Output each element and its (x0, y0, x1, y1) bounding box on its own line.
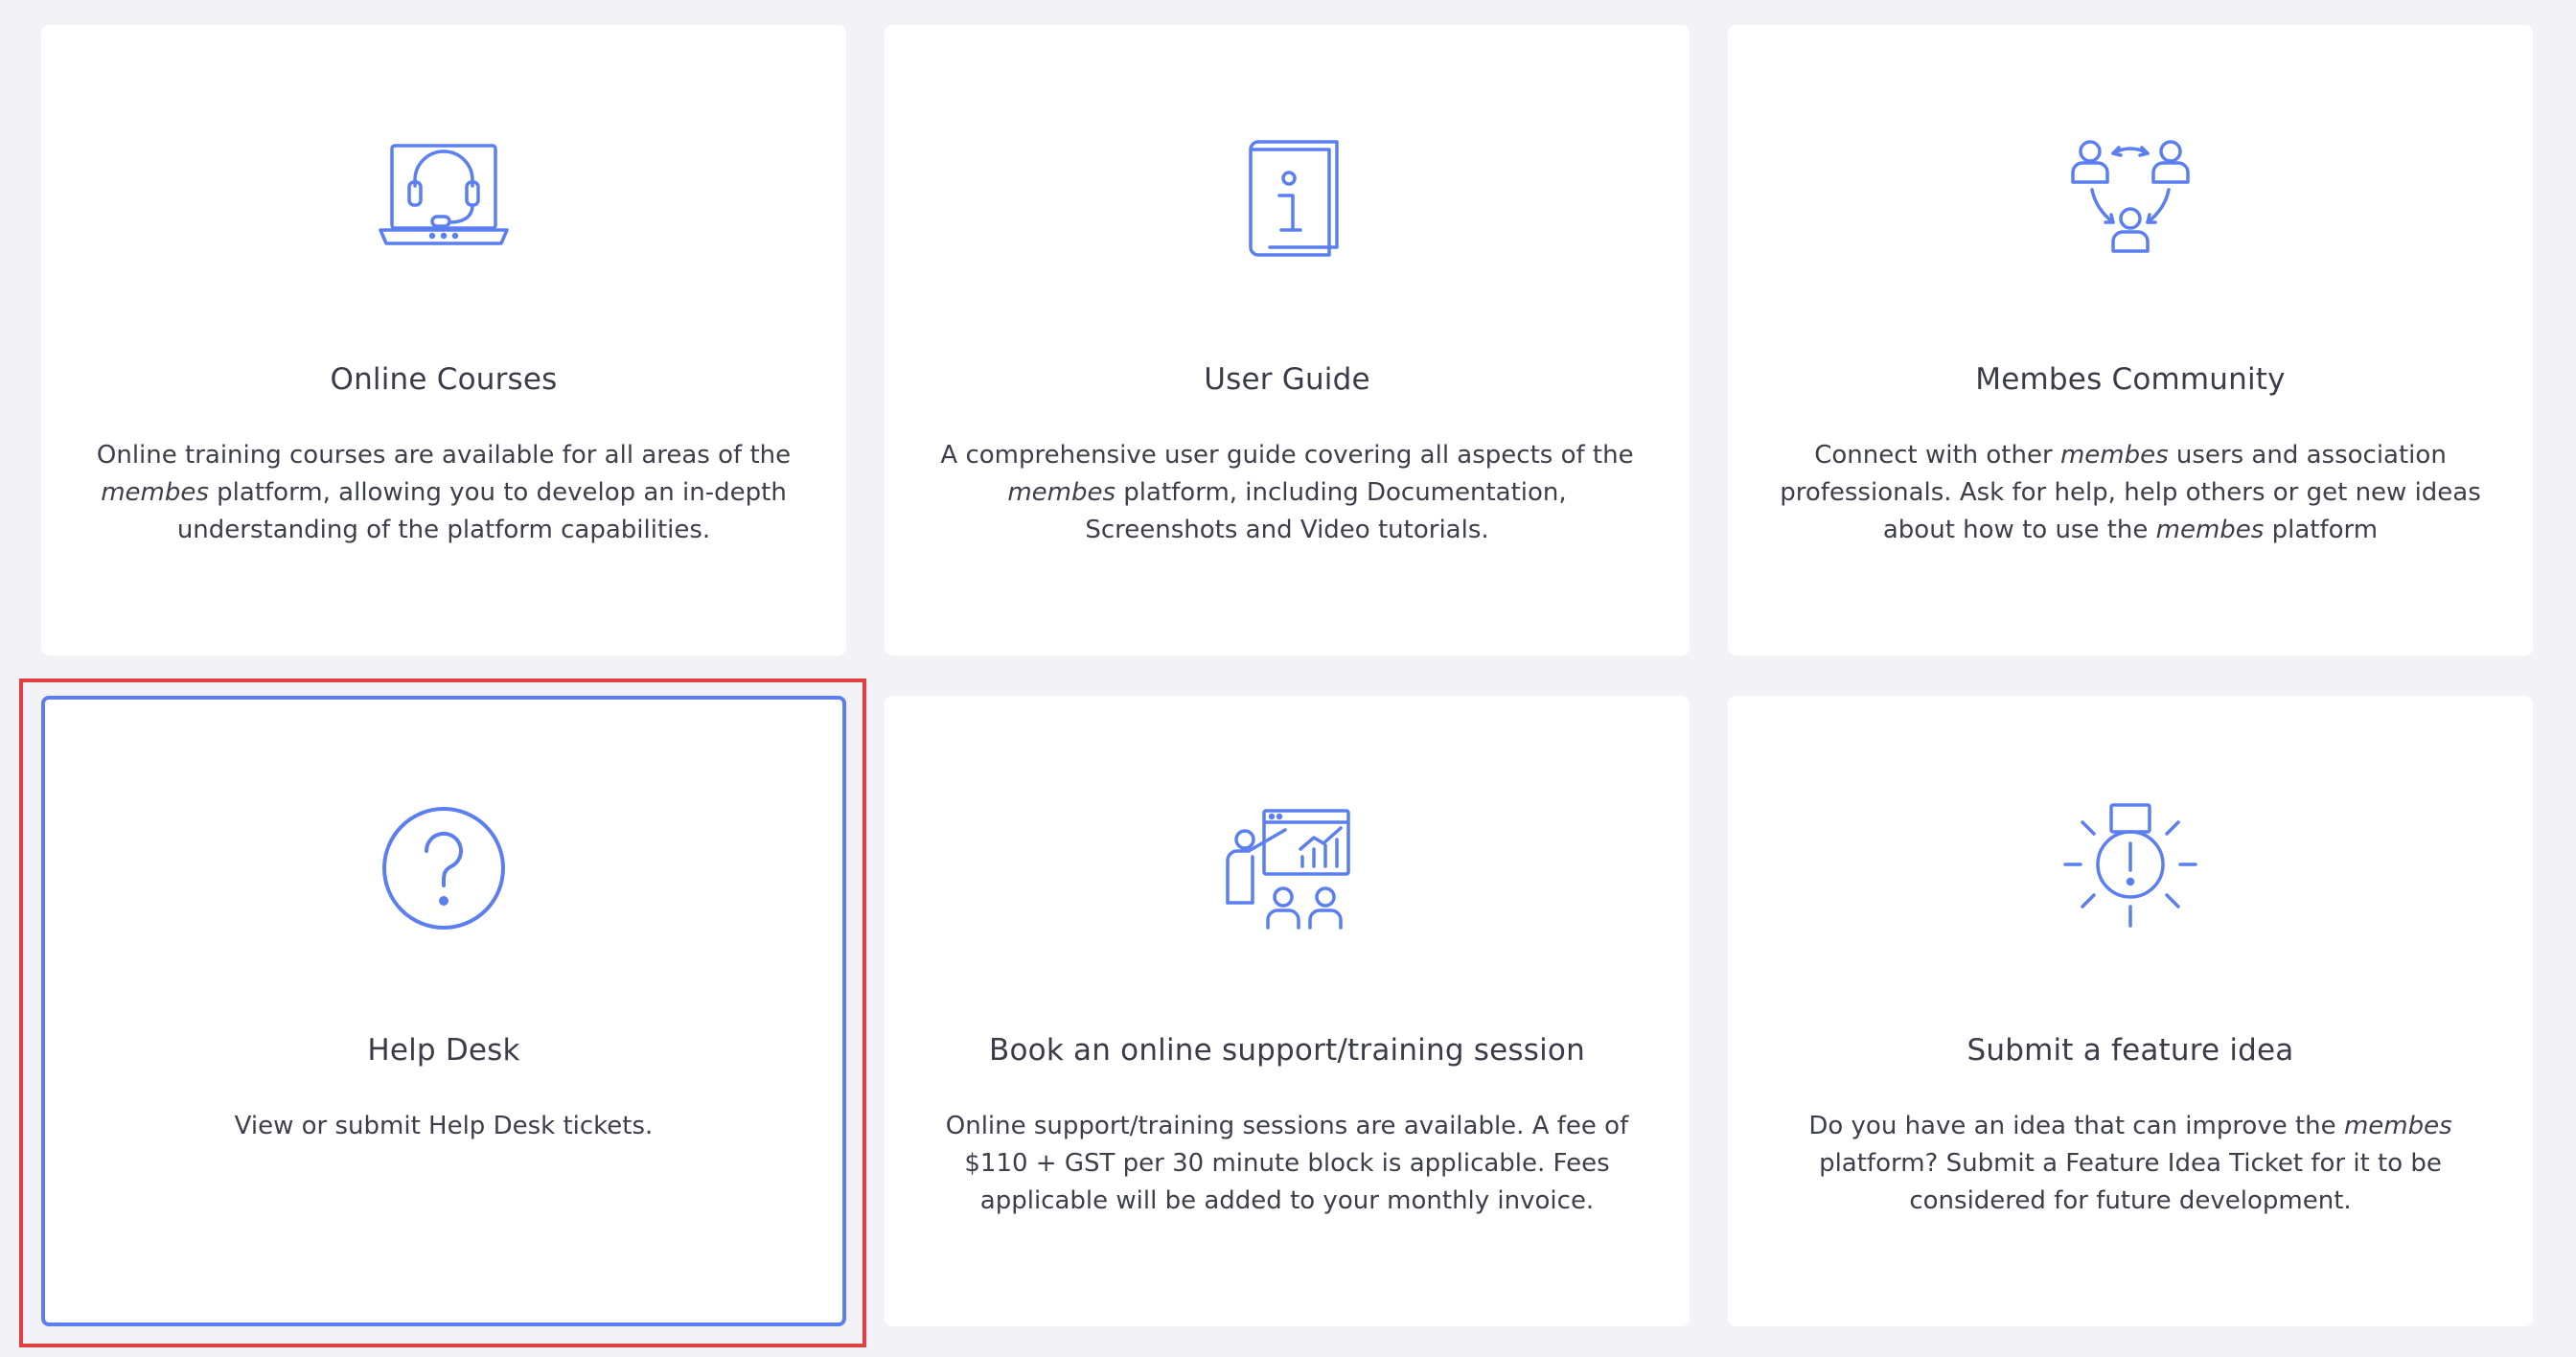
card-title: Online Courses (330, 362, 558, 397)
card-description: View or submit Help Desk tickets. (234, 1112, 654, 1140)
idea-bulb-icon (2063, 801, 2197, 935)
community-network-icon (2063, 130, 2197, 264)
card-description: Connect with other membes users and asso… (1780, 441, 2481, 544)
card-title: Membes Community (1975, 362, 2286, 397)
info-book-icon (1220, 130, 1354, 264)
card-submit-feature-idea[interactable]: Submit a feature idea Do you have an ide… (1728, 696, 2533, 1326)
card-title: Book an online support/training session (989, 1033, 1585, 1068)
presentation-training-icon (1220, 801, 1354, 935)
card-description: Do you have an idea that can improve the… (1808, 1112, 2452, 1215)
card-description: Online support/training sessions are ava… (945, 1112, 1629, 1215)
headset-laptop-icon (377, 130, 511, 264)
card-title: Submit a feature idea (1966, 1033, 2294, 1068)
card-online-courses[interactable]: Online Courses Online training courses a… (41, 25, 846, 656)
question-circle-icon (377, 801, 511, 935)
card-help-desk[interactable]: Help Desk View or submit Help Desk ticke… (41, 696, 846, 1326)
card-title: User Guide (1204, 362, 1370, 397)
card-description: A comprehensive user guide covering all … (940, 441, 1634, 544)
card-title: Help Desk (367, 1033, 520, 1068)
card-user-guide[interactable]: User Guide A comprehensive user guide co… (885, 25, 1690, 656)
card-membes-community[interactable]: Membes Community Connect with other memb… (1728, 25, 2533, 656)
card-book-training-session[interactable]: Book an online support/training session … (885, 696, 1690, 1326)
card-description: Online training courses are available fo… (96, 441, 792, 544)
